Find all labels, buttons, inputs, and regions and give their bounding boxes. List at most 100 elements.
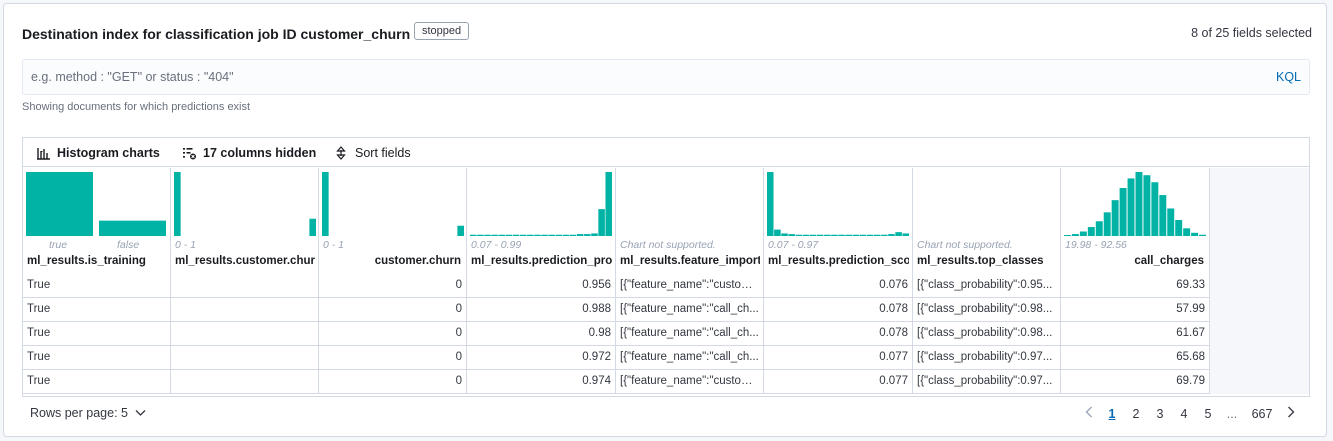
column-header-prediction-probability[interactable]: 0.07 - 0.99 ml_results.prediction_probab… [467, 168, 616, 274]
table-cell[interactable]: True [23, 346, 171, 370]
table-cell[interactable] [171, 346, 319, 370]
table-cell[interactable]: 0.077 [764, 370, 913, 394]
search-hint: Showing documents for which predictions … [22, 101, 251, 113]
table-row[interactable]: True 0 0.972 [{"feature_name":"call_ch... 0.… [23, 346, 1309, 370]
histogram-bar [802, 234, 810, 236]
table-row[interactable]: True 0 0.974 [{"feature_name":"custom... 0.0… [23, 370, 1309, 394]
column-header-call-charges[interactable]: 19.98 - 92.56 call_charges [1061, 168, 1210, 274]
pagination-ellipsis: ... [1226, 406, 1238, 421]
histogram-bar [569, 234, 577, 236]
table-cell[interactable]: 0 [319, 346, 467, 370]
histogram-bar [555, 234, 563, 236]
page-button-5[interactable]: 5 [1196, 407, 1220, 421]
next-page-icon[interactable] [1280, 406, 1302, 421]
table-cell[interactable]: True [23, 322, 171, 346]
histogram-bar [591, 233, 598, 236]
histogram-charts-button[interactable]: Histogram charts [35, 138, 160, 167]
histogram-bar [457, 225, 464, 236]
table-cell[interactable]: 0.974 [467, 370, 616, 394]
histogram-bar [1095, 221, 1103, 236]
table-cell[interactable]: 0.078 [764, 322, 913, 346]
histogram-bar [824, 234, 831, 236]
histogram-bar [852, 234, 860, 236]
column-header-prediction-score[interactable]: 0.07 - 0.97 ml_results.prediction_score [764, 168, 913, 274]
table-cell[interactable]: 0 [319, 370, 467, 394]
search-input[interactable] [23, 60, 1263, 94]
table-cell[interactable]: 0 [319, 298, 467, 322]
histogram-bar [767, 172, 774, 236]
table-cell[interactable]: 0.988 [467, 298, 616, 322]
page-title: Destination index for classification job… [22, 26, 411, 42]
column-name: ml_results.feature_importance [620, 255, 760, 267]
table-cell[interactable]: True [23, 274, 171, 298]
table-cell[interactable]: [{"class_probability":0.95... [913, 274, 1061, 298]
column-header-customer-churn[interactable]: 0 - 1 customer.churn [319, 168, 467, 274]
column-header-top-classes[interactable]: Chart not supported. ml_results.top_clas… [913, 168, 1061, 274]
table-cell[interactable]: 0 [319, 322, 467, 346]
row-filler [1210, 274, 1309, 298]
table-cell[interactable]: [{"feature_name":"custom... [616, 370, 764, 394]
histogram-bar [1064, 235, 1071, 236]
histogram-bar [888, 234, 895, 236]
histogram-chart-call-charges [1064, 172, 1206, 236]
table-row[interactable]: True 0 0.988 [{"feature_name":"call_ch... 0.… [23, 298, 1309, 322]
histogram-bar [895, 232, 902, 236]
table-row[interactable]: True 0 0.98 [{"feature_name":"call_ch... 0.0… [23, 322, 1309, 346]
table-cell[interactable]: [{"class_probability":0.98... [913, 298, 1061, 322]
table-cell[interactable]: [{"feature_name":"call_ch... [616, 346, 764, 370]
column-header-feature-importance[interactable]: Chart not supported. ml_results.feature_… [616, 168, 764, 274]
table-cell[interactable]: 0.076 [764, 274, 913, 298]
sort-fields-button[interactable]: Sort fields [333, 138, 411, 167]
column-name: ml_results.prediction_probability [471, 255, 612, 267]
table-cell[interactable] [171, 322, 319, 346]
table-cell[interactable]: 0 [319, 274, 467, 298]
page-button-1[interactable]: 1 [1100, 407, 1124, 421]
histogram-range: 0 - 1 [323, 239, 345, 251]
table-cell[interactable]: [{"class_probability":0.97... [913, 346, 1061, 370]
kql-language-button[interactable]: KQL [1276, 70, 1301, 84]
page-button-4[interactable]: 4 [1172, 407, 1196, 421]
table-cell[interactable]: 69.79 [1061, 370, 1210, 394]
table-cell[interactable]: 0.077 [764, 346, 913, 370]
table-cell[interactable]: 57.99 [1061, 298, 1210, 322]
row-filler [1210, 322, 1309, 346]
histogram-bar [1119, 188, 1127, 236]
table-cell[interactable]: 0.078 [764, 298, 913, 322]
columns-hidden-button[interactable]: 17 columns hidden [181, 138, 316, 167]
table-cell[interactable]: True [23, 370, 171, 394]
histogram-bar [498, 234, 506, 236]
page-button-last[interactable]: 667 [1244, 407, 1280, 421]
table-cell[interactable]: [{"feature_name":"call_ch... [616, 322, 764, 346]
table-row[interactable]: True 0 0.956 [{"feature_name":"custom... 0.0… [23, 274, 1309, 298]
histogram-bar [491, 234, 498, 236]
table-cell[interactable]: [{"class_probability":0.98... [913, 322, 1061, 346]
page-button-2[interactable]: 2 [1124, 407, 1148, 421]
histogram-bar [99, 220, 166, 236]
histogram-bar [1143, 175, 1151, 236]
column-header-ml-customer-churn[interactable]: 0 - 1 ml_results.customer.churn [171, 168, 319, 274]
table-cell[interactable]: [{"feature_name":"custom... [616, 274, 764, 298]
previous-page-icon[interactable] [1078, 406, 1100, 421]
histogram-bar [1167, 208, 1175, 236]
table-cell[interactable]: 0.98 [467, 322, 616, 346]
table-cell[interactable]: 61.67 [1061, 322, 1210, 346]
table-cell[interactable]: 0.972 [467, 346, 616, 370]
pagination: 1 2 3 4 5 ... 667 [1078, 406, 1302, 421]
page-button-3[interactable]: 3 [1148, 407, 1172, 421]
table-cell[interactable]: 0.956 [467, 274, 616, 298]
table-cell[interactable] [171, 298, 319, 322]
table-cell[interactable] [171, 370, 319, 394]
sort-icon [333, 145, 349, 161]
table-cell[interactable] [171, 274, 319, 298]
histogram-bar [1111, 200, 1119, 236]
table-cell[interactable]: 65.68 [1061, 346, 1210, 370]
table-cell[interactable]: [{"class_probability":0.97... [913, 370, 1061, 394]
histogram-bar [781, 233, 788, 236]
table-cell[interactable]: True [23, 298, 171, 322]
histogram-bar [1159, 195, 1167, 236]
column-header-is-training[interactable]: true false ml_results.is_training [23, 168, 171, 274]
table-cell[interactable]: [{"feature_name":"call_ch... [616, 298, 764, 322]
rows-per-page-button[interactable]: Rows per page: 5 [30, 406, 146, 420]
histogram-bar [1175, 220, 1183, 236]
table-cell[interactable]: 69.33 [1061, 274, 1210, 298]
